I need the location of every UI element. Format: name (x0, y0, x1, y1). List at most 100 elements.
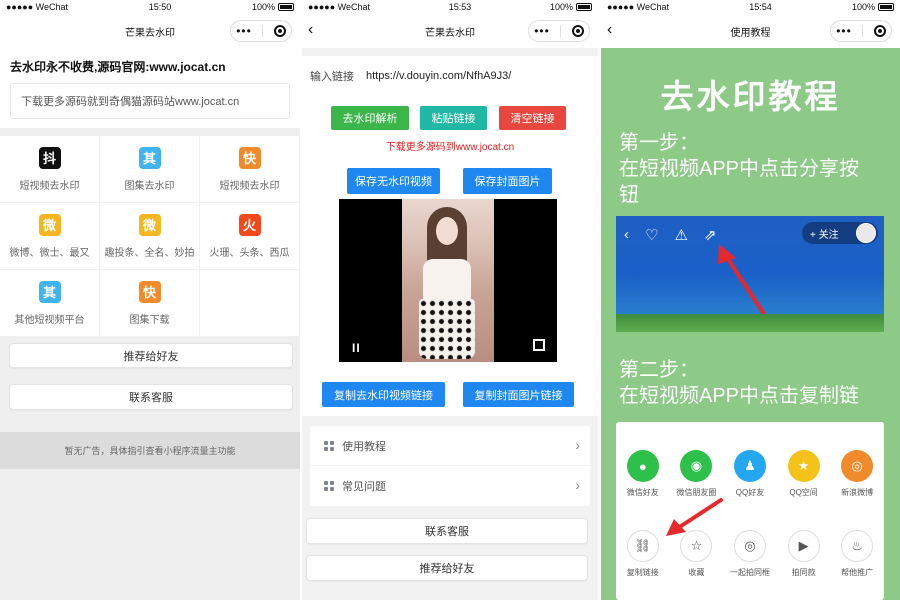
platform-label: 趣投条、全名、妙拍 (104, 247, 195, 259)
empty-tile (200, 270, 300, 337)
clear-button[interactable]: 清空链接 (499, 106, 566, 130)
close-miniprogram-icon[interactable] (873, 25, 886, 37)
status-bar: ●●●●● WeChat 15:53 100% (302, 0, 598, 14)
battery-label: 100% (251, 2, 275, 12)
status-bar: ●●●●● WeChat 15:50 100% (0, 0, 300, 14)
contact-button[interactable]: 联系客服 (9, 384, 293, 410)
nav-bar: ‹ 使用教程 ••• (601, 14, 900, 48)
battery-label: 100% (549, 2, 573, 12)
platform-tile[interactable]: 快短视频去水印 (200, 136, 300, 203)
more-icon[interactable]: ••• (534, 25, 550, 37)
red-arrow-icon (666, 498, 723, 536)
nav-bar: 芒果去水印 ••• (0, 14, 300, 48)
close-miniprogram-icon[interactable] (273, 25, 286, 37)
platform-icon: 快 (138, 280, 161, 303)
platform-icon: 火 (238, 213, 261, 236)
platform-label: 短视频去水印 (19, 180, 80, 192)
pause-icon[interactable]: II (352, 341, 361, 355)
link-input-row[interactable]: 输入链接 https://v.douyin.com/NfhA9J3/ (302, 56, 598, 96)
nav-title: 芒果去水印 (425, 27, 475, 39)
footer-note: 暂无广告，具体指引查看小程序流量主功能 (0, 432, 300, 469)
platform-tile[interactable]: 抖短视频去水印 (0, 136, 100, 203)
nav-title: 芒果去水印 (125, 27, 175, 39)
nav-bar: ‹ 芒果去水印 ••• (302, 14, 598, 48)
header-section: 去水印永不收费,源码官网:www.jocat.cn 下载更多源码就到奇偶猫源码站… (0, 48, 300, 128)
platform-tile[interactable]: 其其他短视频平台 (0, 270, 100, 337)
link-input[interactable]: 下载更多源码就到奇偶猫源码站www.jocat.cn (10, 83, 290, 119)
recommend-button[interactable]: 推荐给好友 (9, 343, 293, 368)
save-video-button[interactable]: 保存无水印视频 (347, 168, 440, 194)
platform-tile[interactable]: 火火珊、头条、西瓜 (200, 203, 300, 270)
screenshot-collage: ●●●●● WeChat 15:50 100% 芒果去水印 ••• 去水印永不收… (0, 0, 900, 600)
time-label: 15:53 (448, 2, 472, 12)
link-input[interactable]: https://v.douyin.com/NfhA9J3/ (366, 70, 511, 82)
nav-title: 使用教程 (730, 27, 771, 39)
step2-text: 在短视频APP中点击复制链接 (619, 385, 860, 407)
step2-heading: 第二步： (619, 359, 699, 381)
platform-grid: 抖短视频去水印其图集去水印快短视频去水印微微博、微士、最又微趣投条、全名、妙拍火… (0, 136, 300, 337)
platform-label: 其他短视频平台 (14, 314, 85, 326)
result-card: 去水印解析 粘贴链接 清空链接 下载更多源码到www.jocat.cn 保存无水… (302, 96, 598, 416)
platform-icon: 快 (238, 146, 261, 169)
platform-tile[interactable]: 微微博、微士、最又 (0, 203, 100, 270)
chevron-right-icon: › (575, 437, 580, 453)
platform-label: 微博、微士、最又 (9, 247, 90, 259)
step1-text: 在短视频APP中点击分享按钮 (619, 158, 860, 206)
more-icon[interactable]: ••• (836, 25, 852, 37)
menu-list: 使用教程 › 常见问题 › (310, 426, 590, 506)
battery-icon (576, 3, 592, 11)
platform-label: 短视频去水印 (219, 180, 280, 192)
platform-label: 火珊、头条、西瓜 (209, 247, 290, 259)
tutorial-screen: ●●●●● WeChat 15:54 100% ‹ 使用教程 ••• 去水印教程… (601, 0, 900, 600)
back-icon[interactable]: ‹ (607, 22, 612, 38)
copy-video-link-button[interactable]: 复制去水印视频链接 (322, 382, 445, 407)
platform-icon: 微 (38, 213, 61, 236)
status-bar: ●●●●● WeChat 15:54 100% (601, 0, 900, 14)
save-cover-button[interactable]: 保存封面图片 (463, 168, 552, 194)
platform-icon: 微 (138, 213, 161, 236)
close-miniprogram-icon[interactable] (571, 25, 584, 37)
download-note: 下载更多源码到www.jocat.cn (385, 142, 515, 153)
parse-button[interactable]: 去水印解析 (331, 106, 409, 130)
back-icon[interactable]: ‹ (308, 22, 313, 38)
share-button-screenshot: ‹ ♡ ⚠ ⇗ + 关注 (616, 216, 884, 332)
platform-label: 图集去水印 (124, 180, 175, 192)
platform-icon: 其 (138, 146, 161, 169)
platform-icon: 其 (38, 280, 61, 303)
tutorial-title: 去水印教程 (660, 78, 841, 115)
miniprogram-capsule[interactable]: ••• (528, 20, 590, 42)
miniprogram-capsule[interactable]: ••• (230, 20, 292, 42)
grid-icon (324, 481, 334, 491)
time-label: 15:54 (749, 2, 772, 12)
platform-tile[interactable]: 其图集去水印 (100, 136, 200, 203)
menu-item-faq[interactable]: 常见问题 › (310, 466, 590, 506)
battery-icon (878, 3, 894, 11)
home-screen: ●●●●● WeChat 15:50 100% 芒果去水印 ••• 去水印永不收… (0, 0, 300, 600)
platform-tile[interactable]: 快图集下载 (100, 270, 200, 337)
copy-cover-link-button[interactable]: 复制封面图片链接 (463, 382, 574, 407)
miniprogram-capsule[interactable]: ••• (830, 20, 892, 42)
battery-icon (278, 3, 294, 11)
menu-item-tutorial[interactable]: 使用教程 › (310, 426, 590, 466)
chevron-right-icon: › (575, 477, 580, 493)
platform-label: 图集下载 (129, 314, 170, 326)
result-screen: ●●●●● WeChat 15:53 100% ‹ 芒果去水印 ••• 输入链接… (302, 0, 598, 600)
step1-heading: 第一步： (619, 132, 699, 154)
platform-icon: 抖 (38, 146, 61, 169)
carrier-label: ●●●●● WeChat (6, 2, 69, 12)
headline: 去水印永不收费,源码官网:www.jocat.cn (10, 60, 226, 74)
grid-icon (324, 440, 334, 451)
recommend-button[interactable]: 推荐给好友 (306, 555, 588, 581)
copy-link-screenshot: ● 微信好友 ◉ 微信朋友圈 ♟ QQ好友 ★ QQ空间 ◎ 新浪微博 ⛓ 复制链接 ☆ 收藏 ◎ 一起拍同… (616, 422, 884, 600)
time-label: 15:50 (148, 2, 172, 12)
input-label: 输入链接 (310, 71, 354, 83)
contact-button[interactable]: 联系客服 (306, 518, 588, 544)
battery-label: 100% (851, 2, 875, 12)
video-player[interactable]: II (339, 199, 557, 362)
carrier-label: ●●●●● WeChat (607, 2, 670, 12)
more-icon[interactable]: ••• (236, 25, 252, 37)
carrier-label: ●●●●● WeChat (308, 2, 371, 12)
platform-tile[interactable]: 微趣投条、全名、妙拍 (100, 203, 200, 270)
paste-button[interactable]: 粘贴链接 (420, 106, 487, 130)
fullscreen-icon[interactable] (533, 339, 545, 351)
